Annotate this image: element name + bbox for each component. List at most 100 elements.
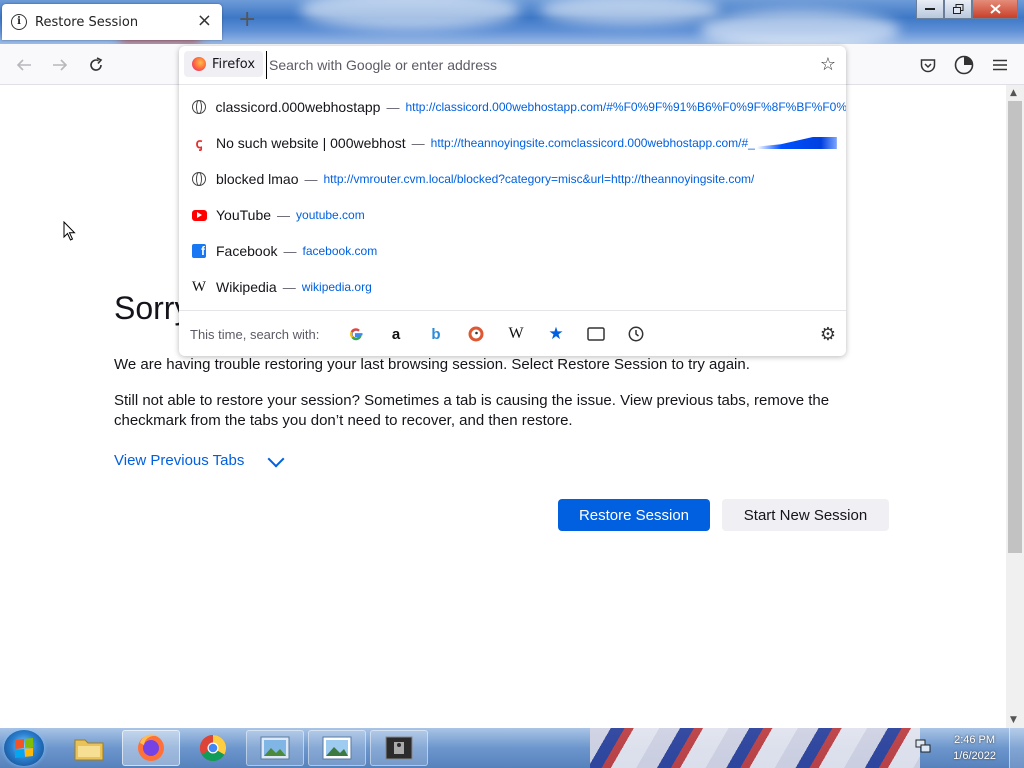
- urlbar: Firefox ☆: [179, 46, 846, 85]
- picture-icon: [260, 736, 290, 760]
- restore-window-icon: [952, 4, 963, 14]
- firefox-icon: [138, 734, 164, 761]
- restore-message: We are having trouble restoring your las…: [114, 356, 750, 373]
- clock-date: 1/6/2022: [953, 750, 996, 762]
- forward-button[interactable]: [47, 52, 73, 78]
- menu-button[interactable]: [989, 54, 1011, 76]
- suggestion-url: http://theannoyingsite.comclassicord.000…: [430, 136, 755, 150]
- youtube-icon: [191, 207, 207, 223]
- suggestion-url: youtube.com: [296, 208, 365, 222]
- taskbar-firefox[interactable]: [122, 730, 180, 766]
- taskbar-app[interactable]: [370, 730, 428, 766]
- restore-session-button[interactable]: Restore Session: [558, 499, 710, 531]
- suggestion-url: wikipedia.org: [301, 280, 372, 294]
- app-window-icon: [385, 736, 413, 760]
- windows-taskbar: 2:46 PM 1/6/2022: [0, 728, 1024, 768]
- bookmarks-icon[interactable]: ★: [547, 324, 565, 344]
- tab-title: Restore Session: [35, 14, 139, 30]
- search-engine-identity-button[interactable]: Firefox: [184, 51, 264, 77]
- chrome-icon: [199, 734, 227, 762]
- system-clock[interactable]: 2:46 PM 1/6/2022: [953, 732, 996, 764]
- restore-window-button[interactable]: [944, 0, 972, 19]
- back-arrow-icon: [16, 59, 31, 71]
- suggestion-row[interactable]: classicord.000webhostapp — http://classi…: [179, 89, 846, 125]
- close-tab-icon[interactable]: ×: [197, 12, 212, 30]
- new-tab-icon[interactable]: +: [238, 8, 256, 32]
- close-window-button[interactable]: [972, 0, 1018, 19]
- suggestion-title: YouTube: [216, 207, 272, 223]
- suggestion-separator: —: [277, 207, 291, 223]
- address-input[interactable]: [266, 51, 811, 79]
- show-desktop-button[interactable]: [1009, 728, 1024, 768]
- wikipedia-icon: W: [191, 278, 207, 295]
- start-button[interactable]: [4, 730, 44, 766]
- pocket-button[interactable]: [917, 54, 939, 76]
- suggestion-title: No such website | 000webhost: [216, 135, 406, 151]
- suggestion-title: Facebook: [216, 243, 278, 259]
- suggestion-separator: —: [282, 279, 296, 295]
- tabs-icon[interactable]: [587, 325, 605, 343]
- back-button[interactable]: [11, 52, 37, 78]
- suggestion-url: http://vmrouter.cvm.local/blocked?catego…: [323, 172, 755, 186]
- vertical-scrollbar[interactable]: ▲ ▼: [1006, 85, 1024, 728]
- network-icon[interactable]: [914, 738, 932, 754]
- pocket-icon: [920, 58, 936, 72]
- taskbar-picture-viewer[interactable]: [246, 730, 304, 766]
- bing-icon[interactable]: b: [427, 325, 445, 343]
- firefox-icon: [192, 57, 206, 71]
- scroll-up-arrow-icon[interactable]: ▲: [1010, 88, 1017, 98]
- taskbar-paint[interactable]: [308, 730, 366, 766]
- facebook-icon: f: [191, 243, 207, 259]
- duckduckgo-icon[interactable]: [467, 325, 485, 343]
- folder-icon: [74, 739, 104, 761]
- suggestion-separator: —: [386, 99, 400, 115]
- window-controls: [916, 0, 1018, 19]
- globe-icon: [191, 171, 207, 187]
- globe-icon: [191, 99, 206, 115]
- chevron-down-icon: [267, 450, 285, 467]
- hamburger-menu-icon: [993, 59, 1007, 71]
- suggestion-row[interactable]: ꞔ No such website | 000webhost — http://…: [179, 125, 846, 161]
- suggestion-title: classicord.000webhostapp: [215, 99, 381, 115]
- bookmark-star-icon[interactable]: ☆: [820, 54, 836, 75]
- suggestion-separator: —: [411, 135, 425, 151]
- clock-time: 2:46 PM: [954, 734, 996, 746]
- scrollbar-thumb[interactable]: [1008, 101, 1022, 553]
- suggestion-url: http://classicord.000webhostapp.com/#%F0…: [405, 100, 846, 114]
- minimize-button[interactable]: [916, 0, 944, 19]
- suggestion-row[interactable]: YouTube — youtube.com: [179, 197, 846, 233]
- emoji-glyph-strip: [756, 137, 837, 149]
- tab-restore-session[interactable]: i Restore Session ×: [2, 4, 222, 40]
- account-button[interactable]: [953, 54, 975, 76]
- suggestion-separator: —: [304, 171, 318, 187]
- gear-icon[interactable]: ⚙: [820, 324, 836, 345]
- wikipedia-search-icon[interactable]: W: [507, 325, 525, 343]
- reload-icon: [90, 57, 103, 71]
- suggestion-row[interactable]: W Wikipedia — wikipedia.org: [179, 269, 846, 305]
- mouse-cursor-icon: [63, 221, 76, 241]
- restore-help-message: Still not able to restore your session? …: [114, 392, 830, 429]
- suggestion-url: facebook.com: [302, 244, 378, 258]
- reload-button[interactable]: [83, 52, 109, 78]
- info-icon: i: [11, 14, 27, 30]
- title-bar: i Restore Session × +: [0, 0, 1024, 44]
- 000webhost-icon: ꞔ: [195, 134, 203, 151]
- start-new-session-button[interactable]: Start New Session: [722, 499, 889, 531]
- close-window-icon: [989, 4, 1001, 14]
- suggestion-separator: —: [283, 243, 297, 259]
- one-off-search-bar: This time, search with: a b W ★ ⚙: [179, 310, 846, 357]
- history-icon[interactable]: [627, 325, 645, 343]
- suggestion-row[interactable]: f Facebook — facebook.com: [179, 233, 846, 269]
- minimize-icon: [925, 8, 935, 10]
- suggestion-row[interactable]: blocked lmao — http://vmrouter.cvm.local…: [179, 161, 846, 197]
- suggestion-title: Wikipedia: [216, 279, 277, 295]
- google-icon[interactable]: [347, 325, 365, 343]
- view-previous-tabs-toggle[interactable]: View Previous Tabs: [114, 450, 285, 469]
- forward-arrow-icon: [53, 59, 68, 71]
- search-with-label: This time, search with:: [190, 326, 320, 342]
- taskbar-chrome[interactable]: [184, 730, 242, 766]
- scroll-down-arrow-icon[interactable]: ▼: [1010, 715, 1017, 725]
- amazon-icon[interactable]: a: [387, 325, 405, 343]
- view-previous-tabs-label: View Previous Tabs: [114, 452, 245, 469]
- taskbar-explorer[interactable]: [60, 730, 118, 766]
